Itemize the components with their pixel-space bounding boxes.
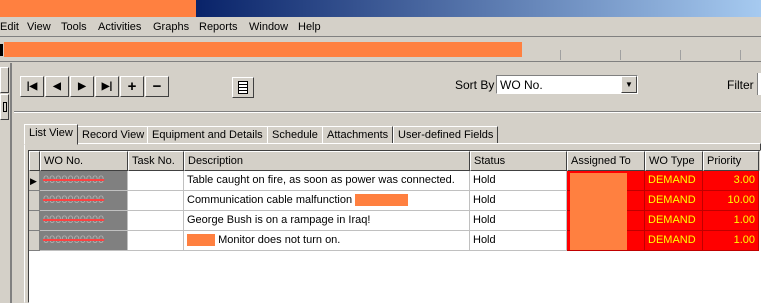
menu-window[interactable]: Window: [249, 21, 288, 33]
task-number-cell[interactable]: [128, 231, 184, 251]
left-pane-doc-button[interactable]: [0, 94, 9, 120]
status-cell[interactable]: Hold: [470, 171, 567, 191]
left-pane-button[interactable]: [0, 67, 9, 93]
tab-schedule[interactable]: Schedule: [267, 126, 323, 144]
status-cell[interactable]: Hold: [470, 191, 567, 211]
report-icon: [238, 81, 248, 94]
table-row[interactable]: 0000000000 George Bush is on a rampage i…: [29, 211, 760, 231]
wo-type-cell[interactable]: DEMAND: [645, 191, 703, 211]
description-text: Communication cable malfunction: [187, 194, 353, 206]
column-header-description[interactable]: Description: [184, 151, 470, 171]
chevron-down-icon[interactable]: ▼: [621, 76, 637, 93]
description-cell[interactable]: Monitor does not turn on.: [184, 231, 470, 251]
menu-graphs[interactable]: Graphs: [153, 21, 189, 33]
wo-number: 0000000000: [43, 234, 105, 246]
status-cell[interactable]: Hold: [470, 211, 567, 231]
wo-type-cell[interactable]: DEMAND: [645, 231, 703, 251]
priority-cell[interactable]: 10.00: [703, 191, 759, 211]
row-selector[interactable]: [29, 231, 40, 251]
redacted-text: [187, 234, 215, 247]
table-row[interactable]: 0000000000 Monitor does not turn on. Hol…: [29, 231, 760, 251]
redacted-assignee: [570, 173, 627, 250]
tab-attachments[interactable]: Attachments: [322, 126, 394, 144]
toolbar-divider: [740, 50, 741, 60]
redacted-title: [0, 0, 196, 17]
divider: [14, 111, 761, 113]
description-cell[interactable]: Communication cable malfunction: [184, 191, 470, 211]
sort-by-select[interactable]: WO No. ▼: [496, 75, 638, 94]
filter-input[interactable]: [757, 73, 761, 95]
table-row[interactable]: ▶ 0000000000 Table caught on fire, as so…: [29, 171, 760, 191]
row-selector-header: [29, 151, 40, 171]
priority-cell[interactable]: 1.00: [703, 211, 759, 231]
status-cell[interactable]: Hold: [470, 231, 567, 251]
tab-user-defined-fields[interactable]: User-defined Fields: [393, 126, 499, 144]
toolbar-divider: [620, 50, 621, 60]
tab-equipment-and-details[interactable]: Equipment and Details: [147, 126, 268, 144]
task-number-cell[interactable]: [128, 191, 184, 211]
tab-strip: List View Record View Equipment and Deta…: [24, 124, 761, 145]
sort-by-value: WO No.: [500, 78, 543, 92]
tab-record-view[interactable]: Record View: [77, 126, 150, 144]
row-pointer-icon: ▶: [29, 171, 40, 191]
description-cell[interactable]: George Bush is on a rampage in Iraq!: [184, 211, 470, 231]
last-record-button[interactable]: ▶|: [95, 76, 119, 97]
wo-number-cell[interactable]: 0000000000: [40, 211, 128, 231]
menu-view[interactable]: View: [27, 21, 51, 33]
column-header-wo-type[interactable]: WO Type: [645, 151, 703, 171]
main-panel: |◀ ◀ ▶ ▶| + − Sort By WO No. ▼ Filter Li…: [14, 63, 761, 303]
menu-help[interactable]: Help: [298, 21, 321, 33]
task-number-cell[interactable]: [128, 211, 184, 231]
wo-number: 0000000000: [43, 214, 105, 226]
wo-number: 0000000000: [43, 194, 105, 206]
toolbar-divider: [680, 50, 681, 60]
task-number-cell[interactable]: [128, 171, 184, 191]
menu-edit[interactable]: Edit: [0, 21, 19, 33]
column-header-status[interactable]: Status: [470, 151, 567, 171]
sort-by-label: Sort By: [455, 78, 495, 92]
title-bar: [0, 0, 761, 17]
redacted-text: [355, 194, 409, 207]
column-header-task-no[interactable]: Task No.: [128, 151, 184, 171]
row-selector[interactable]: [29, 211, 40, 231]
column-header-wo-no[interactable]: WO No.: [40, 151, 128, 171]
address-toolbar: [0, 38, 761, 62]
wo-number-cell[interactable]: 0000000000: [40, 171, 128, 191]
column-header-priority[interactable]: Priority: [703, 151, 759, 171]
report-button[interactable]: [232, 77, 254, 98]
menu-tools[interactable]: Tools: [61, 21, 87, 33]
work-order-grid: WO No. Task No. Description Status Assig…: [28, 150, 761, 303]
wo-number-cell[interactable]: 0000000000: [40, 231, 128, 251]
next-record-button[interactable]: ▶: [70, 76, 94, 97]
description-cell[interactable]: Table caught on fire, as soon as power w…: [184, 171, 470, 191]
priority-cell[interactable]: 3.00: [703, 171, 759, 191]
previous-record-button[interactable]: ◀: [45, 76, 69, 97]
delete-record-button[interactable]: −: [145, 76, 169, 97]
row-selector[interactable]: [29, 191, 40, 211]
wo-number-cell[interactable]: 0000000000: [40, 191, 128, 211]
menu-reports[interactable]: Reports: [199, 21, 238, 33]
filter-label: Filter: [727, 78, 754, 92]
priority-cell[interactable]: 1.00: [703, 231, 759, 251]
wo-number: 0000000000: [43, 174, 105, 186]
first-record-button[interactable]: |◀: [20, 76, 44, 97]
menu-activities[interactable]: Activities: [98, 21, 141, 33]
menu-bar: Edit View Tools Activities Graphs Report…: [0, 18, 761, 37]
toolbar-divider: [560, 50, 561, 60]
table-row[interactable]: 0000000000 Communication cable malfuncti…: [29, 191, 760, 211]
document-icon: [3, 102, 7, 112]
wo-type-cell[interactable]: DEMAND: [645, 171, 703, 191]
column-header-assigned-to[interactable]: Assigned To: [567, 151, 645, 171]
grid-header: WO No. Task No. Description Status Assig…: [29, 151, 760, 171]
description-text: Monitor does not turn on.: [218, 234, 341, 246]
toolbar-grip: [0, 44, 3, 56]
redacted-path: [4, 42, 522, 57]
add-record-button[interactable]: +: [120, 76, 144, 97]
left-pane: [0, 63, 12, 303]
wo-type-cell[interactable]: DEMAND: [645, 211, 703, 231]
tab-list-view[interactable]: List View: [24, 124, 78, 145]
